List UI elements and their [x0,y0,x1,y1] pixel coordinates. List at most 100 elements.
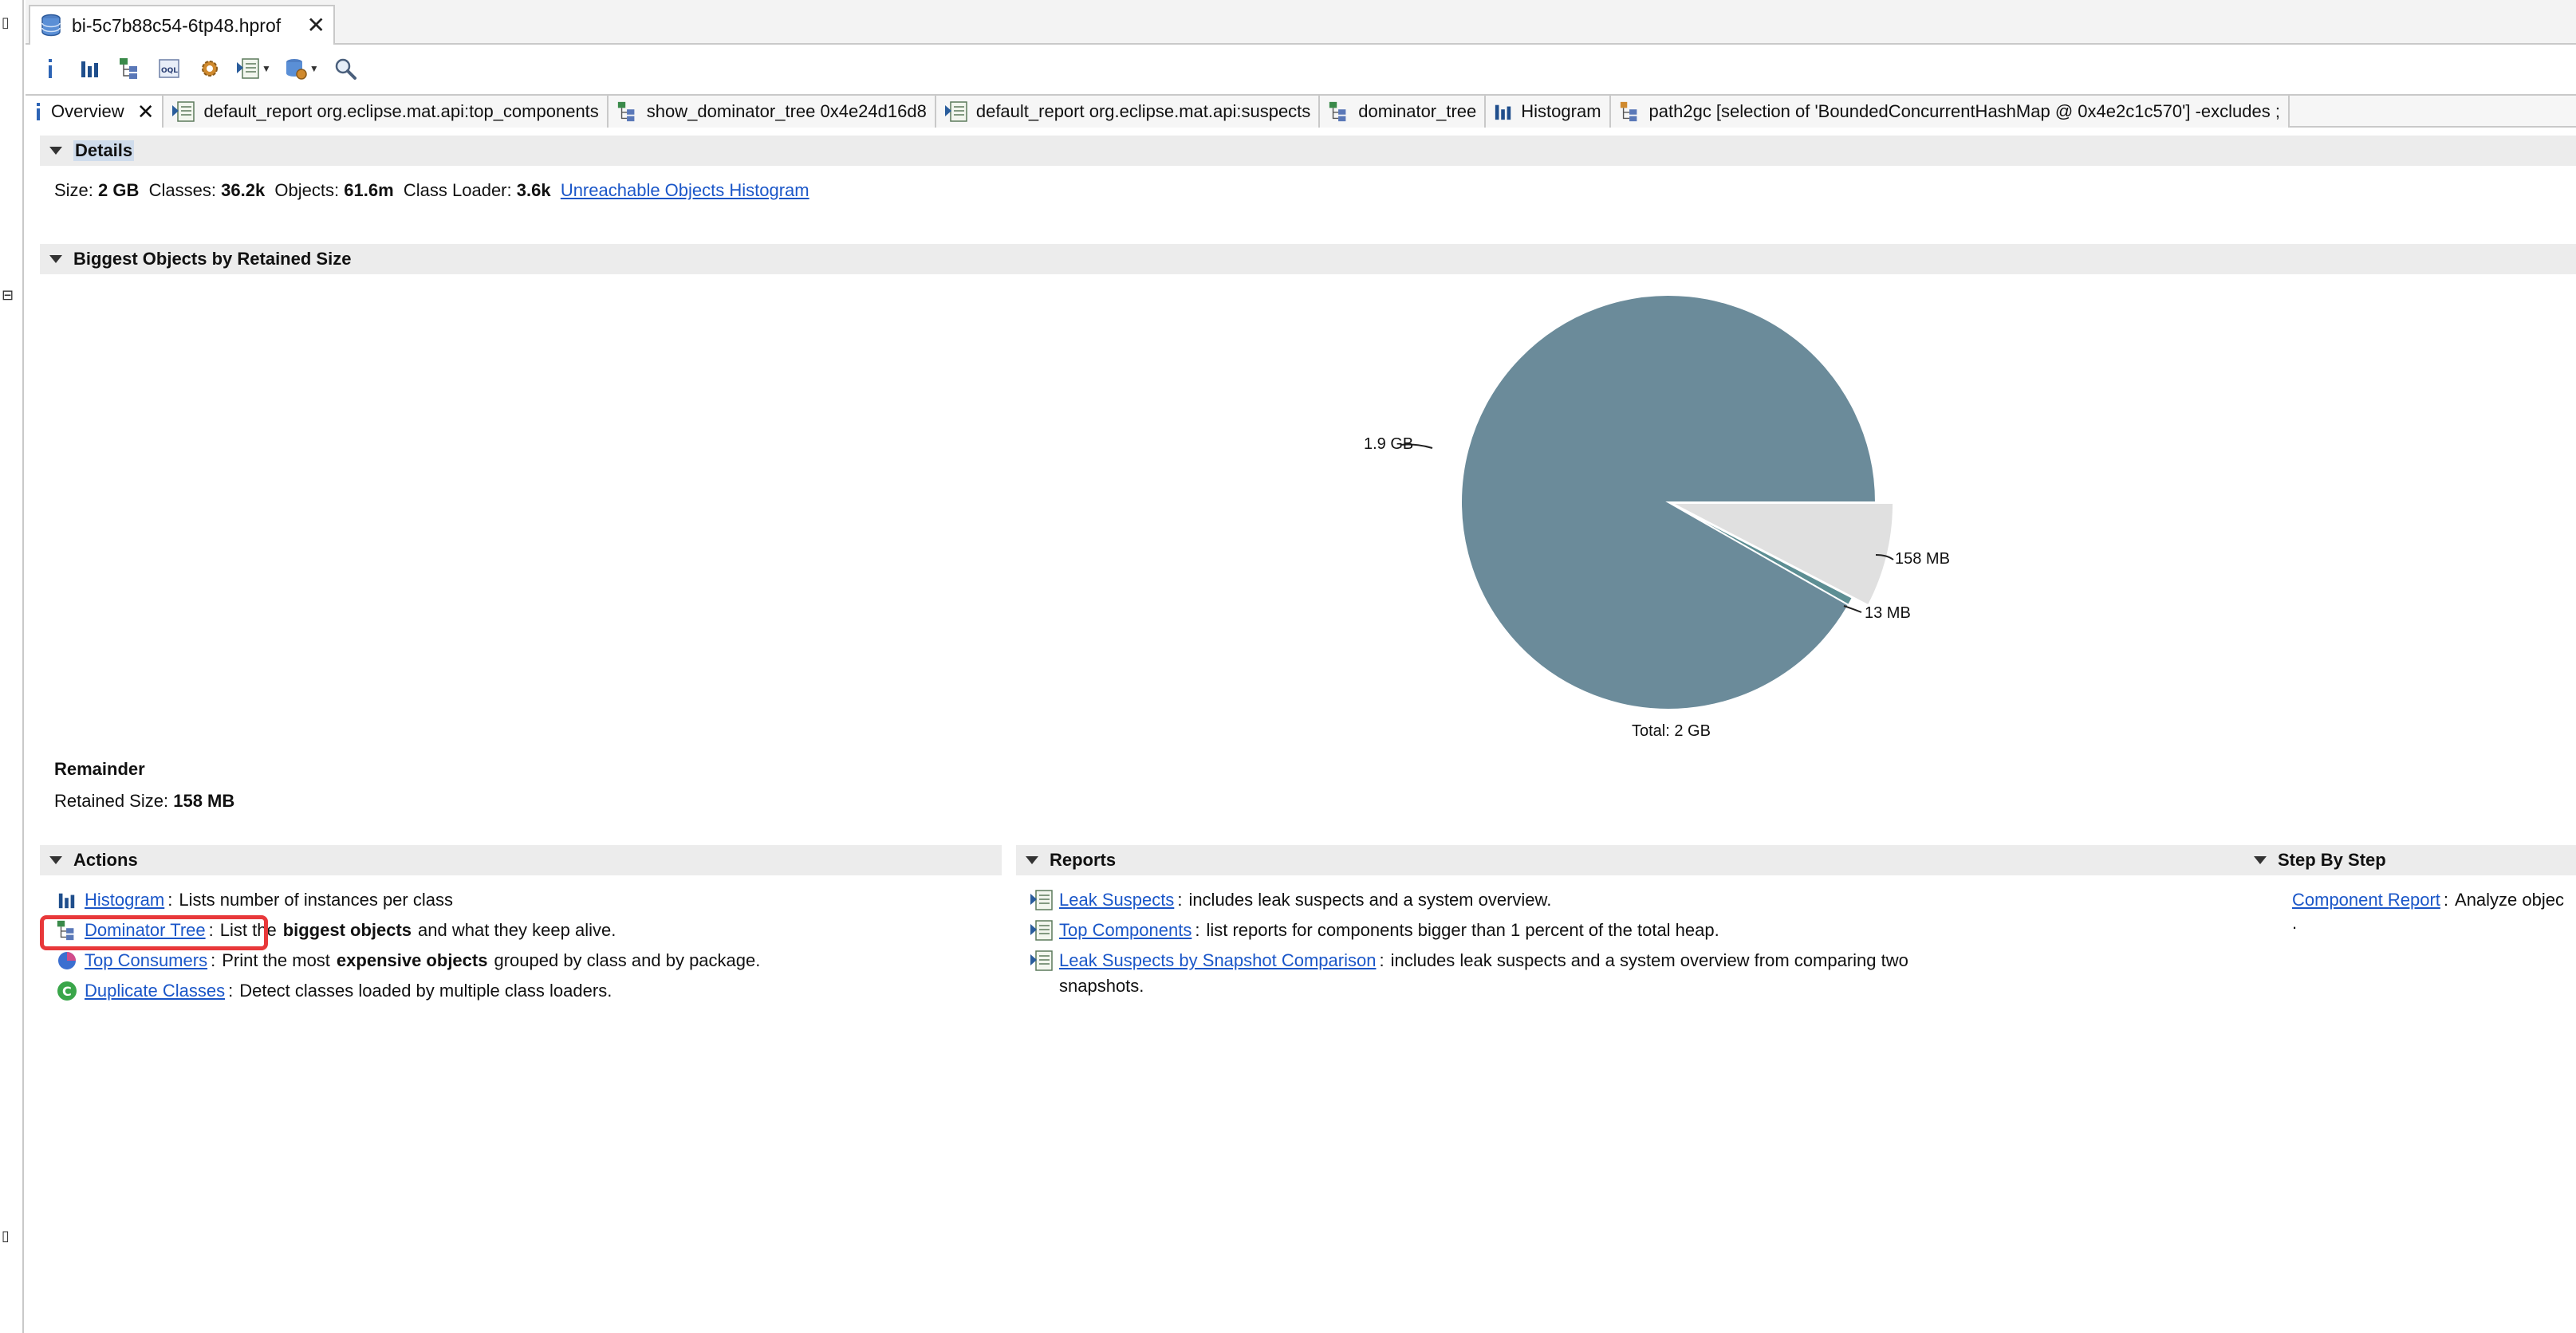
tab-path2gc[interactable]: path2gc [selection of 'BoundedConcurrent… [1610,96,2290,128]
remainder-title: Remainder [54,759,145,779]
action-description: Print the most [222,950,330,970]
details-section-header[interactable]: Details [40,136,2576,166]
gear-icon[interactable] [196,55,223,82]
dominator-tree-icon [617,101,635,122]
unreachable-objects-link[interactable]: Unreachable Objects Histogram [561,180,809,201]
list-item: Component Report: Analyze objec [2292,890,2564,910]
top-consumers-link[interactable]: Top Consumers [85,950,207,971]
expand-caret-icon [49,147,62,155]
size-label: Size: [54,180,93,200]
duplicate-classes-link[interactable]: Duplicate Classes [85,981,225,1001]
pie-label-1-9gb: 1.9 GB [1364,435,1414,453]
list-item: Leak Suspects: includes leak suspects and… [1029,885,1908,915]
duplicate-classes-icon: C [54,980,80,1002]
info-icon [37,103,40,120]
svg-text:OQL: OQL [161,67,178,75]
left-panel-edge: ▯ ⊟ ▯ [0,0,24,1333]
class-loader-value: 3.6k [516,180,551,200]
action-description: and what they keep alive. [418,920,616,940]
retained-size-label: Retained Size: [54,791,169,811]
top-components-link[interactable]: Top Components [1059,920,1191,941]
pie-chart-svg [1400,294,1895,710]
objects-label: Objects: [274,180,340,200]
highlight-annotation [40,915,268,950]
tab-histogram[interactable]: Histogram [1486,96,1611,128]
close-icon[interactable]: ✕ [137,100,155,124]
dominator-tree-icon [1329,101,1346,122]
close-icon[interactable]: ✕ [307,14,325,37]
step-description: Analyze objec [2455,890,2564,910]
reports-section-header[interactable]: Reports [1016,845,2255,875]
retained-size-value: 158 MB [173,791,235,811]
report-icon [1029,950,1054,972]
collapse-icon[interactable]: ⊟ [2,287,14,304]
report-dropdown-icon[interactable]: ▼ [236,57,271,80]
panel-edge-mark: ▯ [2,14,10,30]
leak-suspects-comparison-link[interactable]: Leak Suspects by Snapshot Comparison [1059,950,1376,971]
report-icon [1029,919,1054,942]
class-loader-label: Class Loader: [403,180,512,200]
section-title: Details [73,140,135,161]
editor-tab-hprof[interactable]: bi-5c7b88c54-6tp48.hprof ✕ [29,5,335,45]
tab-label: Overview [51,101,124,121]
biggest-objects-section-header[interactable]: Biggest Objects by Retained Size [40,244,2576,274]
toolbar: OQL ▼ ▼ [26,46,2576,91]
histogram-link[interactable]: Histogram [85,890,164,910]
pie-label-158mb: 158 MB [1895,550,1950,568]
leak-suspects-link[interactable]: Leak Suspects [1059,890,1174,910]
histogram-icon[interactable] [77,55,104,82]
report-icon [944,101,967,122]
editor-tab-bar: bi-5c7b88c54-6tp48.hprof ✕ [26,0,2576,45]
step-description: . [2292,913,2298,933]
tab-dominator-tree[interactable]: dominator_tree [1320,96,1487,128]
details-summary: Size: 2 GB Classes: 36.2k Objects: 61.6m… [54,180,809,201]
tab-overview[interactable]: Overview ✕ [26,96,164,128]
list-item: C Duplicate Classes: Detect classes loade… [54,976,760,1006]
actions-section-header[interactable]: Actions [40,845,1002,875]
histogram-icon [1495,104,1511,120]
list-item: Top Components: list reports for componen… [1029,915,1908,946]
tab-label: dominator_tree [1358,101,1477,121]
result-tabs: Overview ✕ default_report org.eclipse.ma… [26,94,2576,128]
report-icon [172,101,195,122]
expand-caret-icon [2254,856,2267,864]
list-item: Leak Suspects by Snapshot Comparison: inc… [1029,946,1908,976]
report-description: includes leak suspects and a system over… [1390,950,1908,970]
pie-icon [54,950,80,972]
histogram-icon [54,889,80,911]
info-icon[interactable] [37,55,64,82]
reports-list: Leak Suspects: includes leak suspects and… [1029,885,1908,997]
heap-dump-icon [41,14,61,37]
dominator-tree-icon[interactable] [116,55,144,82]
oql-icon[interactable]: OQL [156,55,183,82]
action-description: grouped by class and by package. [494,950,761,970]
search-icon[interactable] [332,55,359,82]
tab-label: Histogram [1521,101,1601,121]
panel-edge-mark: ▯ [2,1228,10,1244]
report-icon [1029,889,1054,911]
tab-show-dominator-tree[interactable]: show_dominator_tree 0x4e24d16d8 [608,96,936,128]
path-icon [1620,101,1637,122]
section-title: Step By Step [2278,850,2386,870]
pie-total-label: Total: 2 GB [1632,722,1711,740]
pie-slice-1-9gb [1460,294,1877,710]
step-by-step-section-header[interactable]: Step By Step [2244,845,2576,875]
tab-label: path2gc [selection of 'BoundedConcurrent… [1648,101,2280,121]
step-by-step-list: Component Report: Analyze objec . [2292,885,2564,933]
tab-label: show_dominator_tree 0x4e24d16d8 [646,101,927,121]
tab-suspects-report[interactable]: default_report org.eclipse.mat.api:suspe… [935,96,1321,128]
remainder-retained-size: Retained Size: 158 MB [54,791,234,812]
query-dropdown-icon[interactable]: ▼ [284,57,319,81]
tab-label: default_report org.eclipse.mat.api:top_c… [203,101,599,121]
section-title: Reports [1050,850,1117,870]
list-item-continuation: . [2292,913,2564,933]
action-emphasis: expensive objects [336,950,488,970]
report-description: includes leak suspects and a system over… [1188,890,1552,910]
pie-label-13mb: 13 MB [1865,604,1911,622]
tab-top-components-report[interactable]: default_report org.eclipse.mat.api:top_c… [163,96,609,128]
editor-tab-label: bi-5c7b88c54-6tp48.hprof [72,14,282,36]
action-description: Lists number of instances per class [179,890,453,910]
size-value: 2 GB [98,180,140,200]
heap-dump-editor: bi-5c7b88c54-6tp48.hprof ✕ OQL ▼ ▼ Overv… [26,0,2576,1333]
component-report-link[interactable]: Component Report [2292,890,2440,910]
